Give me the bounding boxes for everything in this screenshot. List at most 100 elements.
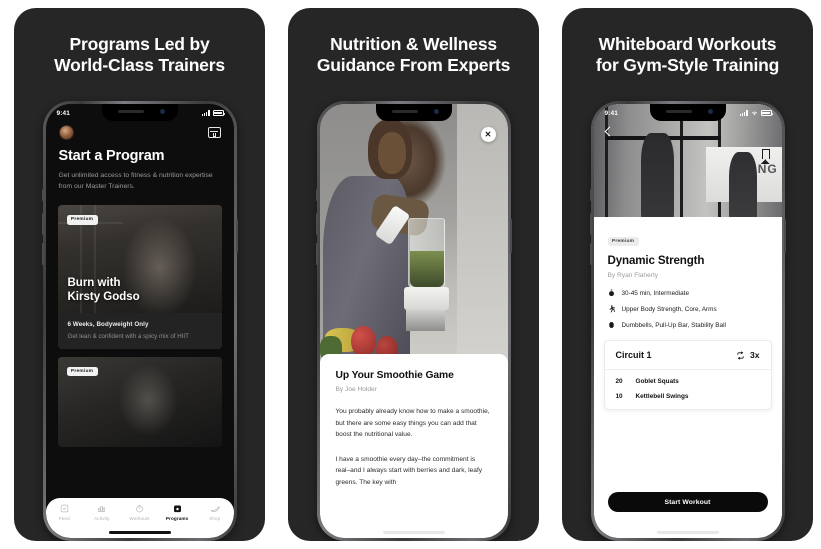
mute-switch (589, 189, 592, 201)
detail-text: 30-45 min, Intermediate (621, 289, 690, 297)
app-screen-article: ✕ Up Your Smoothie Game By Joe Holder Yo… (319, 104, 508, 538)
photo-bg-right (456, 104, 508, 362)
workout-author: By Ryan Flaherty (607, 272, 659, 279)
exercise-name: Kettlebell Swings (635, 393, 689, 400)
avatar[interactable] (58, 125, 74, 140)
earpiece-speaker (117, 110, 144, 113)
front-camera (159, 109, 165, 114)
volume-up-button (589, 213, 592, 235)
page-title: Start a Program (58, 148, 165, 164)
exercise-name: Goblet Squats (635, 378, 679, 385)
detail-row: 30-45 min, Intermediate (608, 289, 768, 297)
circuit-repeat: 3x (736, 350, 760, 360)
dumbbell-icon (608, 322, 614, 328)
gym-rig-post (679, 104, 683, 224)
phone-screen-container: AINING 9:41 (593, 104, 782, 538)
detail-row: Dumbbells, Pull-Up Bar, Stability Ball (608, 321, 768, 329)
article-hero-image (319, 104, 508, 362)
earpiece-speaker (391, 110, 418, 113)
exercise-row: 10 Kettlebell Swings (605, 385, 771, 409)
detail-text: Upper Body Strength, Core, Arms (621, 305, 717, 313)
photo-apple (351, 325, 376, 357)
photo-person-face (377, 132, 406, 174)
program-card[interactable]: Premium (57, 356, 222, 447)
front-camera (433, 109, 439, 114)
program-meta-title: 6 Weeks, Bodyweight Only (67, 321, 149, 328)
stopwatch-icon (608, 289, 614, 297)
repeat-count: 3x (749, 350, 760, 360)
program-card-image: Premium (57, 356, 222, 447)
inbox-icon[interactable] (207, 127, 221, 138)
exercise-row: 20 Goblet Squats (605, 370, 771, 385)
home-indicator (108, 530, 171, 534)
activity-icon (98, 506, 106, 512)
tab-label: Workouts (129, 516, 150, 521)
volume-down-button (589, 243, 592, 265)
photo-blender-base (404, 287, 450, 311)
tab-activity[interactable]: Activity (83, 504, 121, 521)
power-button (235, 219, 238, 253)
phone-mockup-3: AINING 9:41 (589, 101, 786, 541)
article-title: Up Your Smoothie Game (335, 370, 454, 381)
power-button (509, 219, 512, 253)
home-indicator (656, 530, 719, 534)
volume-up-button (41, 213, 44, 235)
earpiece-speaker (665, 110, 692, 113)
program-card-image: Premium Burn with Kirsty Godso (57, 205, 222, 313)
start-workout-button[interactable]: Start Workout (607, 492, 768, 512)
volume-down-button (315, 243, 318, 265)
tab-label: Feed (58, 516, 70, 521)
phone-frame: 9:41 Start a Program Get unlimited acces… (41, 101, 238, 541)
article-paragraph: You probably already know how to make a … (335, 408, 490, 439)
tab-programs[interactable]: Programs (158, 504, 196, 521)
repeat-icon (737, 351, 744, 359)
phone-screen-container: ✕ Up Your Smoothie Game By Joe Holder Yo… (319, 104, 508, 538)
screenshot-board: Programs Led by World-Class Trainers 9:4… (0, 0, 821, 549)
circuit-title: Circuit 1 (615, 350, 652, 360)
tab-label: Shop (209, 516, 221, 521)
phone-frame: ✕ Up Your Smoothie Game By Joe Holder Yo… (315, 101, 512, 541)
volume-down-button (41, 243, 44, 265)
phone-mockup-1: 9:41 Start a Program Get unlimited acces… (41, 101, 238, 541)
program-meta-desc: Get lean & confident with a spicy mix of… (67, 332, 189, 340)
tab-shop[interactable]: Shop (196, 504, 234, 521)
workout-sheet: Premium Dynamic Strength By Ryan Flahert… (593, 217, 782, 538)
workout-title: Dynamic Strength (607, 254, 705, 267)
panel-headline: Whiteboard Workouts for Gym-Style Traini… (595, 34, 780, 75)
tab-label: Programs (165, 516, 189, 521)
front-camera (707, 109, 713, 114)
photo-counter (405, 310, 446, 332)
circuit-card: Circuit 1 3x 20 Goblet Squats 10 Kettleb… (603, 340, 772, 410)
workout-details: 30-45 min, Intermediate Upper Body Stren… (608, 289, 768, 329)
home-indicator (382, 530, 445, 534)
premium-badge: Premium (607, 236, 639, 247)
detail-row: Upper Body Strength, Core, Arms (608, 305, 768, 313)
power-button (783, 219, 786, 253)
premium-badge: Premium (66, 366, 98, 377)
phone-screen-container: 9:41 Start a Program Get unlimited acces… (45, 104, 234, 538)
exercise-reps: 20 (615, 378, 623, 385)
exercise-reps: 10 (615, 393, 623, 400)
back-chevron-icon[interactable] (604, 126, 614, 137)
tab-label: Activity (94, 516, 110, 521)
circuit-header: Circuit 1 3x (604, 341, 771, 370)
calendar-icon (173, 505, 181, 513)
panel-headline: Programs Led by World-Class Trainers (54, 34, 225, 75)
close-icon[interactable]: ✕ (480, 127, 496, 142)
program-card[interactable]: Premium Burn with Kirsty Godso 6 Weeks, … (57, 205, 222, 349)
tab-workouts[interactable]: Workouts (121, 504, 159, 521)
volume-up-button (315, 213, 318, 235)
article-paragraph: I have a smoothie every day–the commitme… (335, 455, 483, 486)
bookmark-icon[interactable] (761, 149, 770, 164)
tab-feed[interactable]: Feed (46, 504, 84, 521)
gym-athlete (640, 132, 675, 224)
phone-mockup-2: ✕ Up Your Smoothie Game By Joe Holder Yo… (315, 101, 512, 541)
article-author: By Joe Holder (335, 386, 377, 393)
phone-frame: AINING 9:41 (589, 101, 786, 541)
program-card-meta: 6 Weeks, Bodyweight Only Get lean & conf… (57, 313, 222, 349)
mute-switch (41, 189, 44, 201)
panel-headline: Nutrition & Wellness Guidance From Exper… (316, 34, 511, 75)
workout-top-nav (594, 126, 782, 137)
mute-switch (315, 189, 318, 201)
app-screen-workout: AINING 9:41 (593, 104, 782, 538)
